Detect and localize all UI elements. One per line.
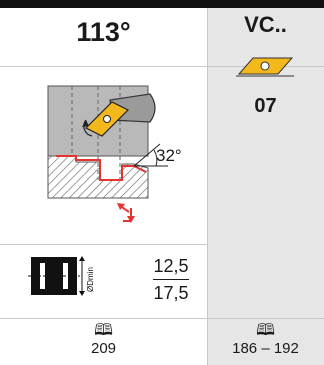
column-divider: [207, 8, 208, 365]
dmin-label: ØDmin: [86, 267, 95, 292]
bore-values: 12,5 17,5: [135, 256, 207, 304]
bore-value-top: 12,5: [153, 256, 189, 276]
fraction-bar: [153, 279, 189, 280]
row-divider-refs: [0, 318, 324, 319]
bore-value-bottom: 17,5: [153, 283, 189, 303]
top-bar: [0, 0, 324, 8]
rhombic-insert-icon: [236, 57, 294, 77]
clearance-angle-label: 32°: [156, 146, 182, 165]
approach-angle-title: 113°: [76, 17, 131, 47]
insert-size: 07: [254, 95, 277, 117]
insert-code: VC..: [244, 12, 287, 37]
page-number-right: 186 – 192: [232, 340, 299, 357]
page-reference-right[interactable]: 🕮 186 – 192: [207, 322, 324, 357]
svg-text:ØDmin: ØDmin: [86, 267, 95, 292]
row-divider-bore: [0, 244, 207, 245]
page-number-left: 209: [90, 340, 117, 357]
feed-direction-icon: [117, 203, 135, 223]
tool-spec-card: 113° VC.. 07 32° ØDmin 12,5 17,5 🕮 209 🕮…: [0, 0, 324, 365]
book-icon: 🕮: [256, 322, 275, 339]
page-reference-left[interactable]: 🕮 209: [0, 322, 207, 357]
book-icon: 🕮: [94, 322, 113, 339]
